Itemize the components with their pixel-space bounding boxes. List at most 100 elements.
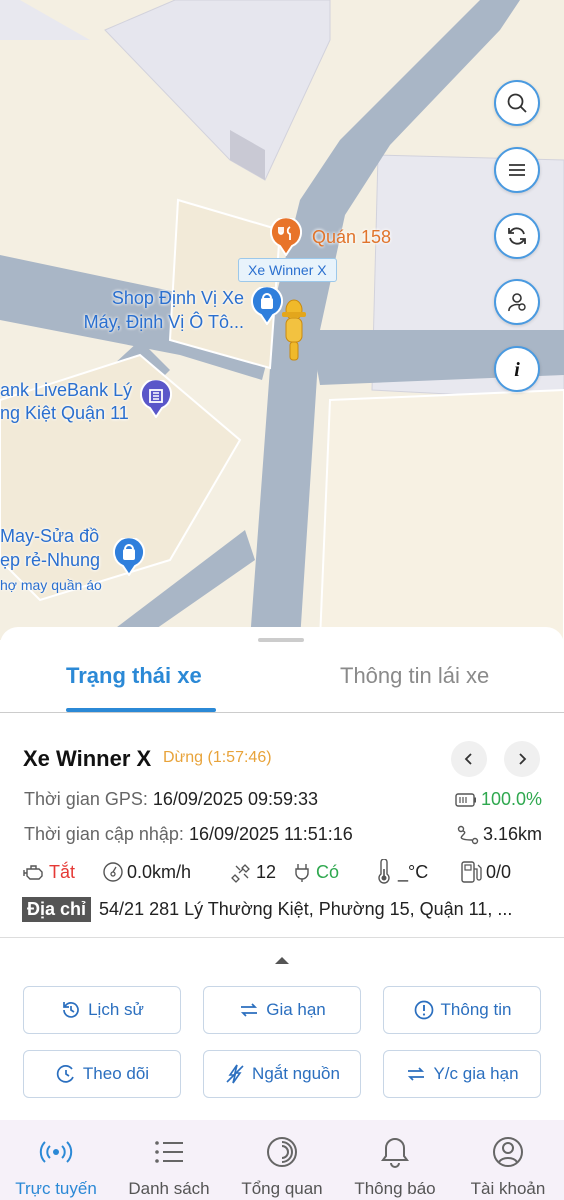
tab-bar: Trạng thái xe Thông tin lái xe bbox=[0, 647, 564, 713]
request-extend-label: Y/c gia hạn bbox=[433, 1064, 519, 1083]
person-icon bbox=[508, 293, 526, 312]
refresh-icon bbox=[508, 227, 526, 245]
track-button[interactable]: Theo dõi bbox=[23, 1050, 181, 1098]
nav-list-label: Danh sách bbox=[128, 1179, 210, 1198]
map-info-button[interactable]: i bbox=[494, 346, 540, 392]
swap-icon bbox=[241, 1003, 258, 1017]
satellite-value: 12 bbox=[256, 861, 277, 882]
info-icon: i bbox=[514, 359, 520, 380]
poi-label-shop-line1[interactable]: Shop Định Vị Xe bbox=[104, 287, 244, 309]
map-search-button[interactable] bbox=[494, 80, 540, 126]
history-icon bbox=[63, 1002, 79, 1018]
extend-button[interactable]: Gia hạn bbox=[203, 986, 361, 1034]
engine-stat: Tắt bbox=[22, 862, 102, 883]
thermometer-icon bbox=[378, 859, 390, 884]
temperature-value: _°C bbox=[398, 861, 429, 882]
speed-value: 0.0km/h bbox=[127, 861, 192, 882]
gps-time-value: 16/09/2025 09:59:33 bbox=[152, 789, 319, 809]
chevron-right-icon bbox=[519, 753, 527, 765]
speedometer-icon bbox=[103, 862, 123, 882]
nav-account-label: Tài khoản bbox=[470, 1179, 546, 1198]
tab-driver-info[interactable]: Thông tin lái xe bbox=[340, 663, 489, 689]
svg-text:i: i bbox=[514, 359, 520, 380]
vehicle-marker-icon[interactable] bbox=[280, 294, 308, 364]
tab-vehicle-status[interactable]: Trạng thái xe bbox=[66, 663, 202, 689]
nav-online-label: Trực tuyến bbox=[15, 1179, 97, 1198]
vehicle-bottom-sheet: Trạng thái xe Thông tin lái xe Xe Winner… bbox=[0, 627, 564, 1120]
section-divider bbox=[0, 937, 564, 938]
account-icon bbox=[493, 1137, 523, 1167]
menu-icon bbox=[509, 164, 525, 176]
engine-value: Tắt bbox=[49, 861, 76, 882]
cut-power-label: Ngắt nguồn bbox=[252, 1064, 340, 1083]
cut-power-button[interactable]: Ngắt nguồn bbox=[203, 1050, 361, 1098]
bank-pin-icon[interactable] bbox=[140, 380, 172, 418]
power-stat: Có bbox=[291, 861, 373, 883]
nav-notifications-label: Thông báo bbox=[354, 1179, 436, 1198]
plug-icon bbox=[295, 864, 309, 882]
address-value: 54/21 281 Lý Thường Kiệt, Phường 15, Quậ… bbox=[99, 898, 513, 919]
address-label: Địa chỉ bbox=[22, 896, 92, 922]
address-row: Địa chỉ 54/21 281 Lý Thường Kiệt, Phường… bbox=[22, 895, 542, 923]
request-extend-button[interactable]: Y/c gia hạn bbox=[383, 1050, 541, 1098]
battery-value: 100.0% bbox=[480, 789, 542, 809]
nav-account[interactable]: Tài khoản bbox=[452, 1120, 564, 1200]
nav-notifications[interactable]: Thông báo bbox=[339, 1120, 451, 1200]
bottom-navigation: Trực tuyến Danh sách Tổng quan Thông báo… bbox=[0, 1120, 564, 1200]
power-off-icon bbox=[226, 1064, 244, 1084]
alert-circle-icon bbox=[414, 1000, 433, 1020]
distance-indicator: 3.16km bbox=[457, 824, 542, 845]
chevron-left-icon bbox=[464, 753, 472, 765]
list-icon bbox=[155, 1141, 183, 1163]
restaurant-pin-icon[interactable] bbox=[270, 218, 302, 256]
temperature-stat: _°C bbox=[373, 859, 459, 885]
sheet-drag-handle[interactable] bbox=[258, 638, 304, 642]
distance-value: 3.16km bbox=[482, 824, 542, 844]
update-time-label: Thời gian cập nhập: bbox=[24, 824, 184, 844]
engine-icon bbox=[23, 865, 43, 880]
previous-vehicle-button[interactable] bbox=[451, 741, 487, 777]
poi-label-tailor-line3[interactable]: hợ may quần áo bbox=[0, 574, 102, 596]
active-tab-indicator bbox=[66, 708, 216, 712]
bell-icon bbox=[381, 1137, 409, 1168]
extend-label: Gia hạn bbox=[266, 1000, 326, 1019]
next-vehicle-button[interactable] bbox=[504, 741, 540, 777]
battery-icon bbox=[455, 792, 476, 807]
map-view[interactable]: Quán 158 Xe Winner X Shop Định Vị Xe Máy… bbox=[0, 0, 564, 640]
poi-label-shop-line2[interactable]: Máy, Định Vị Ô Tô... bbox=[60, 311, 244, 333]
info-label: Thông tin bbox=[440, 1000, 512, 1019]
vehicle-map-tag[interactable]: Xe Winner X bbox=[238, 258, 337, 282]
nav-online[interactable]: Trực tuyến bbox=[0, 1120, 112, 1200]
shop-pin-icon[interactable] bbox=[251, 287, 283, 325]
broadcast-icon bbox=[39, 1141, 73, 1163]
vehicle-name: Xe Winner X bbox=[23, 746, 152, 771]
map-refresh-button[interactable] bbox=[494, 213, 540, 259]
vehicle-status: Dừng (1:57:46) bbox=[163, 749, 272, 766]
track-icon bbox=[56, 1065, 74, 1083]
map-menu-button[interactable] bbox=[494, 147, 540, 193]
map-person-button[interactable] bbox=[494, 279, 540, 325]
history-label: Lịch sử bbox=[88, 1000, 144, 1019]
nav-overview-label: Tổng quan bbox=[241, 1179, 323, 1198]
route-icon bbox=[457, 825, 479, 844]
overview-spiral-icon bbox=[267, 1137, 297, 1167]
poi-label-bank-line1[interactable]: ank LiveBank Lý bbox=[0, 379, 132, 401]
collapse-caret-icon[interactable] bbox=[275, 957, 289, 964]
poi-label-quan158[interactable]: Quán 158 bbox=[312, 226, 391, 248]
info-button[interactable]: Thông tin bbox=[383, 986, 541, 1034]
satellite-stat: 12 bbox=[231, 861, 291, 883]
swap-icon bbox=[408, 1067, 425, 1081]
track-label: Theo dõi bbox=[82, 1064, 150, 1083]
battery-indicator: 100.0% bbox=[455, 789, 542, 810]
fuel-value: 0/0 bbox=[486, 861, 512, 882]
vehicle-stats-row: Tắt 0.0km/h 12 Có _°C 0/0 bbox=[22, 858, 544, 886]
speed-stat: 0.0km/h bbox=[102, 861, 231, 883]
nav-overview[interactable]: Tổng quan bbox=[226, 1120, 338, 1200]
poi-label-bank-line2[interactable]: ng Kiệt Quận 11 bbox=[0, 402, 129, 424]
nav-list[interactable]: Danh sách bbox=[113, 1120, 225, 1200]
history-button[interactable]: Lịch sử bbox=[23, 986, 181, 1034]
tailor-pin-icon[interactable] bbox=[113, 538, 145, 576]
poi-label-tailor-line2[interactable]: ẹp rẻ-Nhung bbox=[0, 549, 100, 571]
gps-time-label: Thời gian GPS: bbox=[24, 789, 148, 809]
poi-label-tailor-line1[interactable]: May-Sửa đồ bbox=[0, 525, 99, 547]
